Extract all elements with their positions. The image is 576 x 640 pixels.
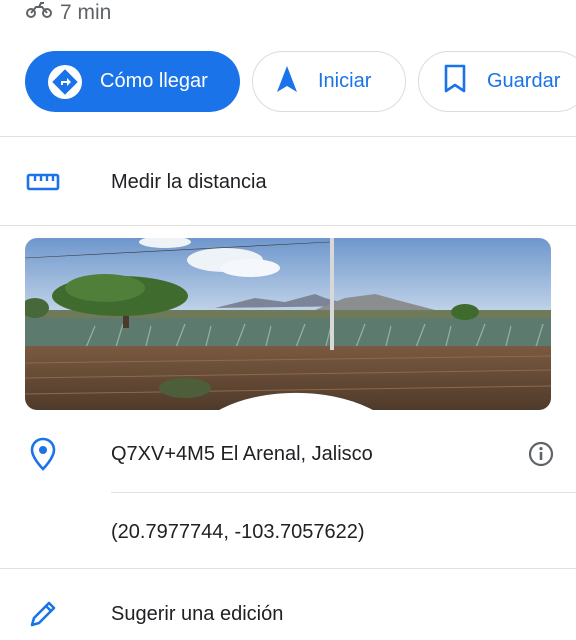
ruler-icon: [24, 172, 62, 192]
action-buttons: Cómo llegar Iniciar Guardar: [25, 51, 576, 112]
divider: [0, 225, 576, 226]
plus-code-address: Q7XV+4M5 El Arenal, Jalisco: [111, 442, 373, 465]
street-view-photo[interactable]: [25, 238, 551, 410]
travel-time-text: 7 min: [60, 1, 112, 24]
motorcycle-icon: [26, 1, 52, 25]
plus-code-row[interactable]: Q7XV+4M5 El Arenal, Jalisco: [0, 432, 576, 476]
divider: [111, 492, 576, 493]
info-icon[interactable]: [528, 441, 554, 467]
coordinates-row[interactable]: (20.7977744, -103.7057622): [0, 510, 576, 554]
divider: [0, 136, 576, 137]
directions-button[interactable]: Cómo llegar: [25, 51, 240, 112]
location-pin-icon: [24, 437, 62, 471]
directions-label: Cómo llegar: [100, 70, 208, 92]
divider: [0, 568, 576, 569]
suggest-edit-label: Sugerir una edición: [111, 602, 284, 625]
pencil-icon: [24, 599, 62, 629]
measure-distance-row[interactable]: Medir la distancia: [0, 160, 576, 204]
travel-time: 7 min: [26, 0, 111, 26]
save-button[interactable]: Guardar: [418, 51, 576, 112]
navigation-arrow-icon: [276, 65, 298, 99]
suggest-edit-row[interactable]: Sugerir una edición: [0, 592, 576, 636]
coordinates-text: (20.7977744, -103.7057622): [111, 520, 365, 543]
start-navigation-button[interactable]: Iniciar: [252, 51, 406, 112]
measure-distance-label: Medir la distancia: [111, 170, 267, 193]
directions-icon: [48, 64, 82, 99]
save-label: Guardar: [487, 70, 561, 92]
place-details-panel: 7 min Cómo llegar Iniciar Guardar Medir …: [0, 0, 576, 640]
bookmark-icon: [443, 64, 467, 100]
street-view-360-icon: [33, 366, 551, 410]
start-label: Iniciar: [318, 70, 372, 92]
